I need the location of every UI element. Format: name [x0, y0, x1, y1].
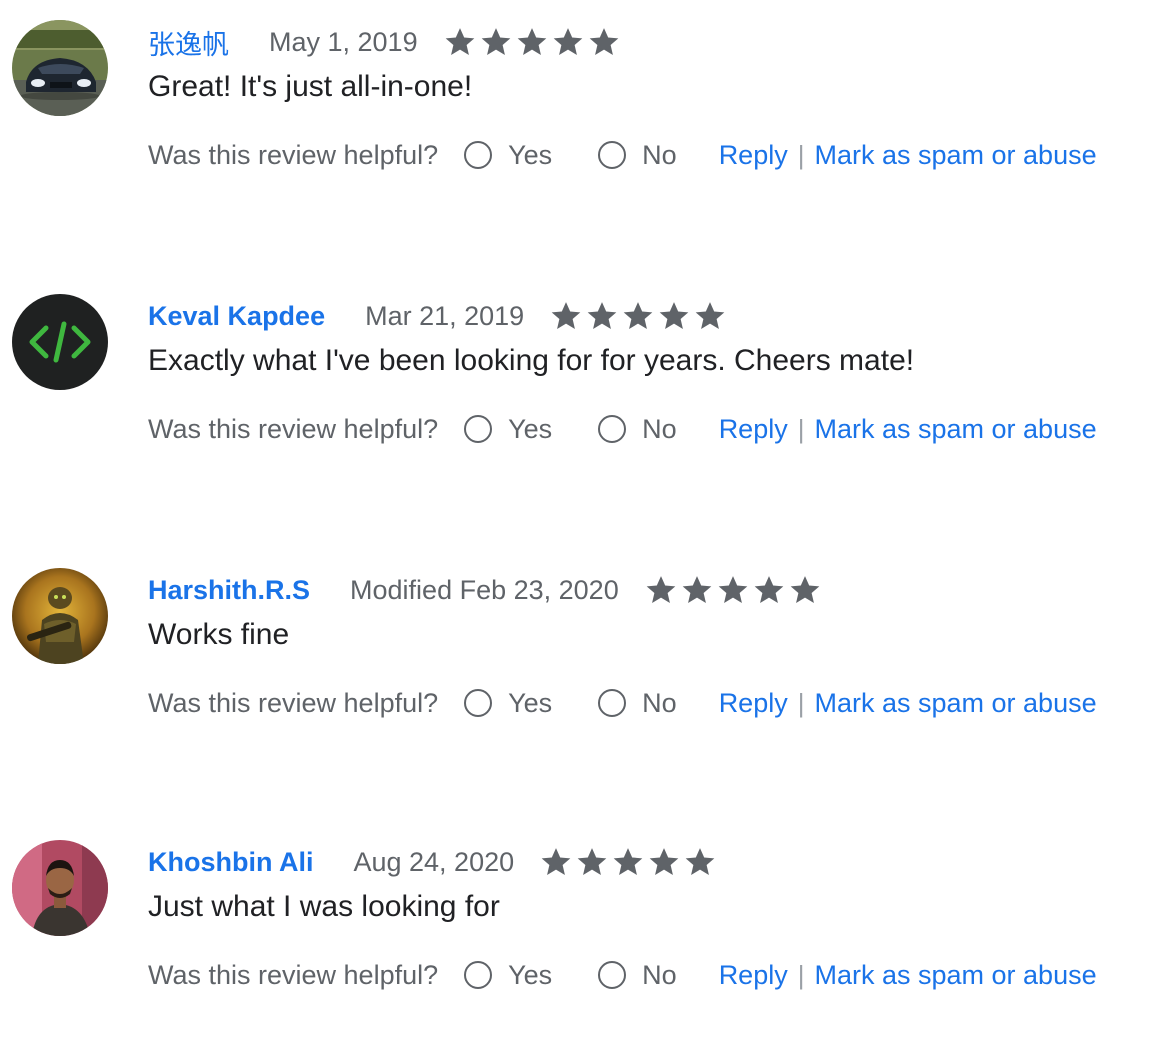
star-icon — [787, 573, 823, 607]
review-item: 张逸帆 May 1, 2019 Great! It's just all-in-… — [0, 20, 1162, 240]
helpful-question: Was this review helpful? — [148, 413, 439, 444]
avatar[interactable] — [12, 568, 108, 664]
star-icon — [682, 845, 718, 879]
review-text: Great! It's just all-in-one! — [148, 70, 473, 103]
star-rating — [548, 299, 728, 333]
star-icon — [620, 299, 656, 333]
radio-circle-icon[interactable] — [464, 961, 493, 989]
yes-label: Yes — [508, 413, 553, 444]
review-text: Just what I was looking for — [148, 890, 500, 923]
helpful-row: Was this review helpful? Yes No Reply | … — [148, 409, 1097, 449]
avatar[interactable] — [12, 20, 108, 116]
star-icon — [692, 299, 728, 333]
reply-link[interactable]: Reply — [719, 688, 788, 719]
star-icon — [574, 845, 610, 879]
helpful-yes-radio[interactable]: Yes — [464, 414, 552, 445]
star-rating — [442, 25, 622, 59]
no-label: No — [642, 959, 677, 990]
code-brackets-icon — [12, 294, 108, 390]
star-rating — [643, 573, 823, 607]
star-icon — [442, 25, 478, 59]
author-name[interactable]: Harshith.R.S — [148, 575, 310, 606]
star-icon — [610, 845, 646, 879]
radio-circle-icon[interactable] — [464, 415, 493, 443]
review-header: 张逸帆 May 1, 2019 — [148, 22, 622, 62]
radio-circle-icon[interactable] — [464, 689, 493, 717]
review-date: Mar 21, 2019 — [365, 300, 525, 331]
radio-circle-icon[interactable] — [598, 961, 627, 989]
sports-car-photo-icon — [12, 20, 108, 116]
helpful-no-radio[interactable]: No — [598, 960, 677, 991]
link-separator: | — [797, 139, 805, 170]
star-icon — [586, 25, 622, 59]
star-icon — [538, 845, 574, 879]
radio-circle-icon[interactable] — [598, 689, 627, 717]
avatar[interactable] — [12, 294, 108, 390]
helpful-row: Was this review helpful? Yes No Reply | … — [148, 955, 1097, 995]
reply-link[interactable]: Reply — [719, 960, 788, 991]
radio-circle-icon[interactable] — [464, 141, 493, 169]
star-icon — [548, 299, 584, 333]
no-label: No — [642, 413, 677, 444]
no-label: No — [642, 687, 677, 718]
author-name[interactable]: Keval Kapdee — [148, 301, 325, 332]
star-icon — [584, 299, 620, 333]
armored-soldier-photo-icon — [12, 568, 108, 664]
radio-circle-icon[interactable] — [598, 141, 627, 169]
link-separator: | — [797, 413, 805, 444]
helpful-no-radio[interactable]: No — [598, 140, 677, 171]
star-icon — [715, 573, 751, 607]
mark-spam-link[interactable]: Mark as spam or abuse — [814, 414, 1096, 445]
review-date: Aug 24, 2020 — [353, 846, 515, 877]
yes-label: Yes — [508, 959, 553, 990]
review-item: Keval Kapdee Mar 21, 2019 Exactly what I… — [0, 294, 1162, 514]
review-date: May 1, 2019 — [269, 26, 418, 57]
helpful-yes-radio[interactable]: Yes — [464, 140, 552, 171]
review-text: Works fine — [148, 618, 290, 651]
person-photo-icon — [12, 840, 108, 936]
helpful-yes-radio[interactable]: Yes — [464, 960, 552, 991]
helpful-question: Was this review helpful? — [148, 687, 439, 718]
review-item: Harshith.R.S Modified Feb 23, 2020 Works… — [0, 568, 1162, 788]
review-header: Harshith.R.S Modified Feb 23, 2020 — [148, 570, 823, 610]
review-header: Keval Kapdee Mar 21, 2019 — [148, 296, 728, 336]
link-separator: | — [797, 959, 805, 990]
mark-spam-link[interactable]: Mark as spam or abuse — [814, 960, 1096, 991]
helpful-question: Was this review helpful? — [148, 959, 439, 990]
review-header: Khoshbin Ali Aug 24, 2020 — [148, 842, 718, 882]
mark-spam-link[interactable]: Mark as spam or abuse — [814, 688, 1096, 719]
no-label: No — [642, 139, 677, 170]
star-icon — [646, 845, 682, 879]
mark-spam-link[interactable]: Mark as spam or abuse — [814, 140, 1096, 171]
review-item: Khoshbin Ali Aug 24, 2020 Just what I wa… — [0, 840, 1162, 1060]
yes-label: Yes — [508, 139, 553, 170]
star-icon — [656, 299, 692, 333]
link-separator: | — [797, 687, 805, 718]
helpful-no-radio[interactable]: No — [598, 414, 677, 445]
helpful-row: Was this review helpful? Yes No Reply | … — [148, 135, 1097, 175]
reply-link[interactable]: Reply — [719, 414, 788, 445]
review-date: Modified Feb 23, 2020 — [350, 574, 619, 605]
star-rating — [538, 845, 718, 879]
helpful-no-radio[interactable]: No — [598, 688, 677, 719]
star-icon — [751, 573, 787, 607]
author-name[interactable]: 张逸帆 — [148, 23, 229, 62]
star-icon — [679, 573, 715, 607]
review-text: Exactly what I've been looking for for y… — [148, 344, 915, 377]
helpful-question: Was this review helpful? — [148, 139, 439, 170]
helpful-yes-radio[interactable]: Yes — [464, 688, 552, 719]
star-icon — [550, 25, 586, 59]
star-icon — [478, 25, 514, 59]
star-icon — [514, 25, 550, 59]
yes-label: Yes — [508, 687, 553, 718]
avatar[interactable] — [12, 840, 108, 936]
radio-circle-icon[interactable] — [598, 415, 627, 443]
star-icon — [643, 573, 679, 607]
helpful-row: Was this review helpful? Yes No Reply | … — [148, 683, 1097, 723]
author-name[interactable]: Khoshbin Ali — [148, 847, 313, 878]
reply-link[interactable]: Reply — [719, 140, 788, 171]
